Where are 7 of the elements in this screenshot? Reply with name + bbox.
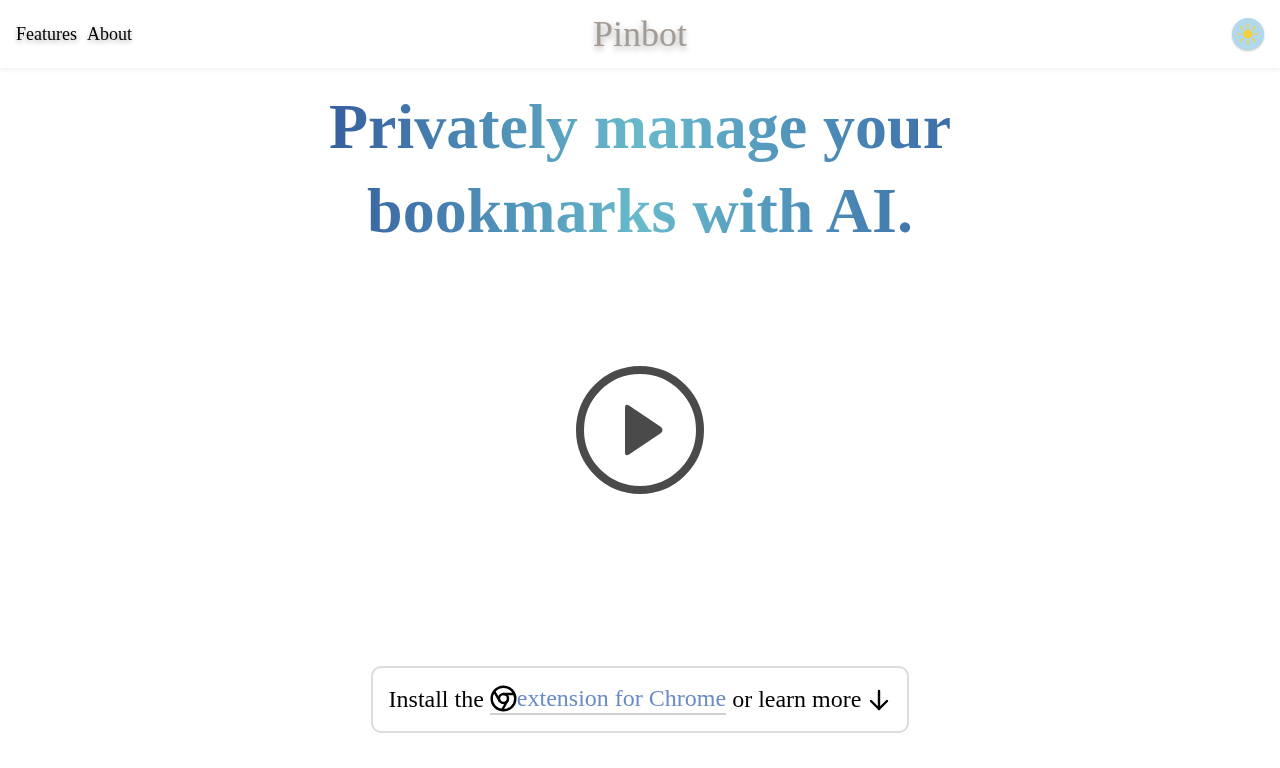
play-video-button[interactable] [575,365,705,495]
install-prompt: Install the extension for Chrome or learn more [370,666,910,733]
theme-toggle-button[interactable] [1232,18,1264,50]
browser-logo-icon [489,685,517,712]
nav-link[interactable]: About [87,20,132,48]
nav-link[interactable]: Features [16,20,77,48]
sun-icon [1237,23,1259,45]
